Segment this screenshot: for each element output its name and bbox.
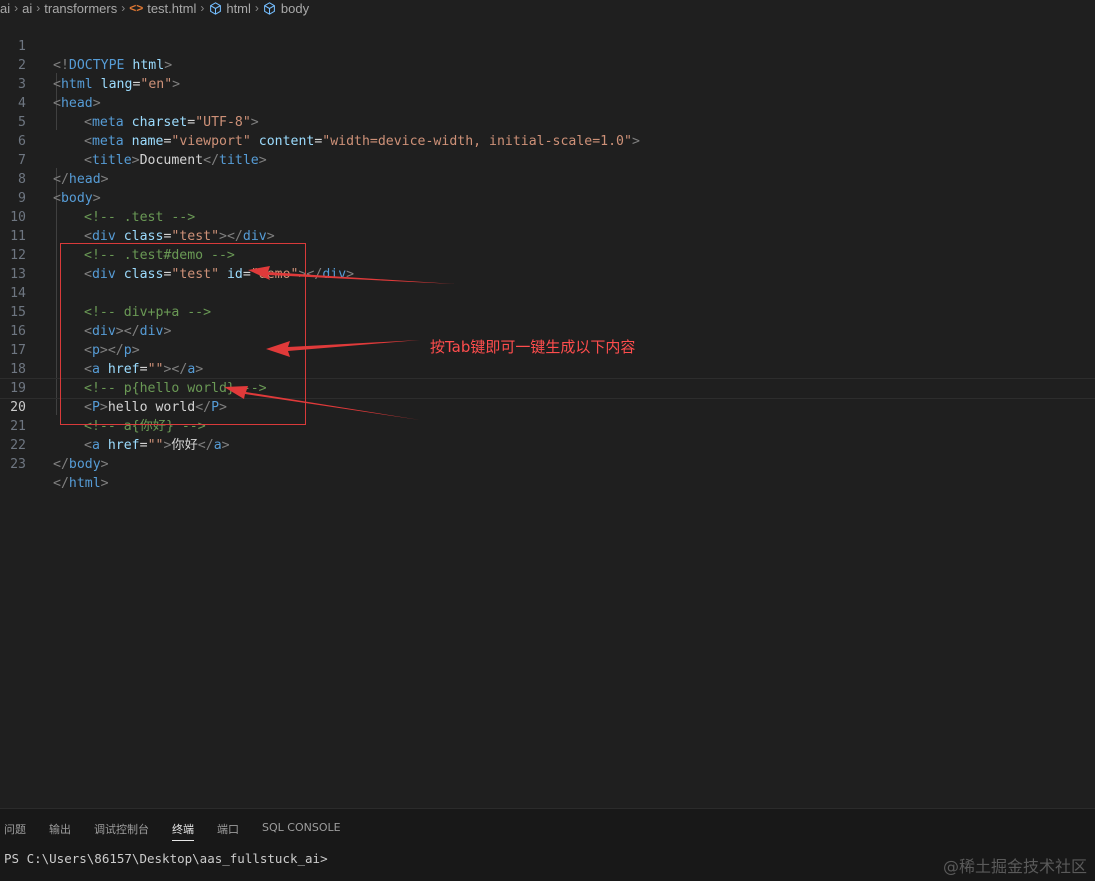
tab-debug-console[interactable]: 调试控制台 [94, 821, 149, 841]
tab-sql-console[interactable]: SQL CONSOLE [262, 821, 341, 841]
bottom-panel: 问题 输出 调试控制台 终端 端口 SQL CONSOLE PS C:\User… [0, 808, 1095, 881]
code-line[interactable]: 3 <head> [0, 56, 1095, 111]
tab-ports[interactable]: 端口 [217, 821, 239, 841]
breadcrumb-item-body[interactable]: body [281, 1, 309, 16]
code-line[interactable]: 10 <div class="test"></div> [0, 189, 1095, 244]
code-line[interactable]: 23 </html> [0, 436, 1095, 491]
code-line[interactable]: 4 <meta charset="UTF-8"> [0, 75, 1095, 130]
line-number: 23 [10, 457, 26, 472]
breadcrumb-item-transformers[interactable]: transformers [44, 1, 117, 16]
breadcrumb-item-ai-folder[interactable]: ai [22, 1, 32, 16]
code-line[interactable]: 7 </head> [0, 132, 1095, 187]
symbol-element-icon [263, 1, 277, 15]
annotation-box [60, 243, 306, 425]
breadcrumb-item-file[interactable]: test.html [147, 1, 196, 16]
breadcrumb: ai › ai › transformers › <> test.html › … [0, 0, 309, 16]
code-line[interactable]: 2 <html lang="en"> [0, 37, 1095, 92]
tab-problems[interactable]: 问题 [4, 821, 26, 841]
code-line[interactable]: 1 <!DOCTYPE html> [0, 18, 1095, 73]
code-line[interactable]: 6 <title>Document</title> [0, 113, 1095, 168]
chevron-right-icon: › [121, 1, 126, 15]
chevron-right-icon: › [254, 1, 259, 15]
token: </ [53, 457, 69, 472]
token: > [100, 476, 109, 491]
annotation-text: 按Tab键即可一键生成以下内容 [430, 338, 636, 356]
token: html [68, 476, 101, 491]
chevron-right-icon: › [14, 1, 19, 15]
token: </ [53, 476, 69, 491]
code-line[interactable]: 9 <!-- .test --> [0, 170, 1095, 225]
tab-terminal[interactable]: 终端 [172, 821, 194, 841]
watermark: @稀土掘金技术社区 [942, 857, 1087, 876]
breadcrumb-item-html[interactable]: html [226, 1, 251, 16]
code-line[interactable]: 8 <body> [0, 151, 1095, 206]
chevron-right-icon: › [200, 1, 205, 15]
code-line[interactable]: 5 <meta name="viewport" content="width=d… [0, 94, 1095, 149]
tab-output[interactable]: 输出 [49, 821, 71, 841]
panel-tabs: 问题 输出 调试控制台 终端 端口 SQL CONSOLE [4, 821, 364, 841]
token: body [68, 457, 101, 472]
code-line[interactable]: 11 <!-- .test#demo --> [0, 208, 1095, 263]
chevron-right-icon: › [36, 1, 41, 15]
html-file-icon: <> [129, 1, 144, 15]
breadcrumb-item-ai[interactable]: ai [0, 1, 10, 16]
token: > [100, 457, 109, 472]
terminal-prompt[interactable]: PS C:\Users\86157\Desktop\aas_fullstuck_… [4, 851, 328, 866]
symbol-element-icon [208, 1, 222, 15]
